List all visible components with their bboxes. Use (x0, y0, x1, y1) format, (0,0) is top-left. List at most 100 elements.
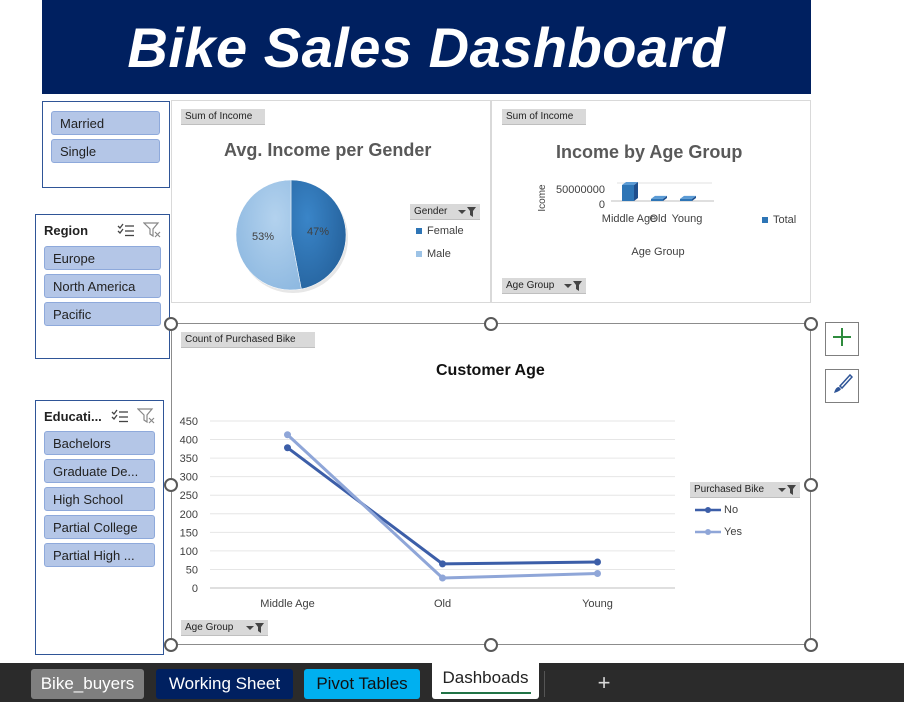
point-no (439, 560, 446, 568)
tab-bike-buyers[interactable]: Bike_buyers (31, 669, 144, 699)
filter-dropdown-icon[interactable] (777, 484, 797, 499)
resize-handle-bottom-left[interactable] (164, 638, 178, 652)
tab-dashboads[interactable]: Dashboads (432, 663, 539, 699)
y-tick: 0 (192, 583, 198, 595)
slicer-item-partial-high-school[interactable]: Partial High ... (44, 543, 155, 567)
multi-select-icon[interactable] (109, 407, 131, 425)
y-tick: 250 (180, 490, 198, 502)
y-tick: 100 (180, 546, 198, 558)
series-line-yes (286, 433, 598, 580)
bar-side (634, 182, 638, 201)
tab-pivot-tables[interactable]: Pivot Tables (304, 669, 420, 699)
gender-pie: 47% 53% (235, 179, 348, 293)
legend-line-marker (695, 529, 721, 535)
y-axis-title: Icome (537, 184, 548, 212)
slicer-item-north-america[interactable]: North America (44, 274, 161, 298)
add-sheet-button[interactable]: + (590, 669, 618, 697)
x-tick: Middle Age (602, 213, 656, 225)
dashboard-sheet: Bike Sales Dashboard Married Single Regi… (0, 0, 904, 702)
plus-icon (831, 326, 853, 353)
y-tick: 300 (180, 472, 198, 484)
legend-item-female: Female (416, 225, 464, 237)
resize-handle-top-center[interactable] (484, 317, 498, 331)
slicer-item-graduate-degree[interactable]: Graduate De... (44, 459, 155, 483)
resize-handle-middle-left[interactable] (164, 478, 178, 492)
brush-icon (831, 373, 854, 400)
axis-button-label: Age Group (506, 280, 555, 291)
point-no (594, 558, 601, 566)
filter-dropdown-icon[interactable] (563, 280, 583, 295)
slicer-item-high-school[interactable]: High School (44, 487, 155, 511)
x-tick: Old (649, 213, 666, 225)
title-banner[interactable]: Bike Sales Dashboard (42, 0, 811, 94)
legend-item-no: No (695, 504, 738, 516)
filter-dropdown-icon[interactable] (457, 206, 477, 221)
age-income-bars: Icome 50000000 0 Middle Age Old Young Ag… (537, 182, 714, 258)
customer-age-chart[interactable]: Count of Purchased Bike Customer Age 450… (171, 323, 811, 645)
region-slicer[interactable]: Region Europe North America Pacific (35, 214, 170, 359)
legend-button-label: Purchased Bike (694, 484, 765, 495)
income-age-chart[interactable]: Sum of Income Income by Age Group Icome … (491, 100, 811, 303)
axis-button-label: Age Group (185, 622, 234, 633)
y-tick: 450 (180, 416, 198, 428)
legend-item-yes: Yes (695, 526, 742, 538)
age-group-axis-button[interactable]: Age Group (502, 278, 586, 294)
resize-handle-top-right[interactable] (804, 317, 818, 331)
age-group-axis-button[interactable]: Age Group (181, 620, 268, 636)
bar-middle-age (622, 185, 634, 201)
y-tick: 150 (180, 527, 198, 539)
clear-filter-icon[interactable] (141, 221, 163, 239)
point-yes (284, 431, 291, 439)
x-tick: Young (582, 598, 613, 610)
tab-working-sheet[interactable]: Working Sheet (156, 669, 293, 699)
x-tick: Old (434, 598, 451, 610)
slicer-item-europe[interactable]: Europe (44, 246, 161, 270)
slicer-item-married[interactable]: Married (51, 111, 160, 135)
chart-styles-button[interactable] (825, 369, 859, 403)
resize-handle-bottom-right[interactable] (804, 638, 818, 652)
clear-filter-icon[interactable] (135, 407, 157, 425)
resize-handle-bottom-center[interactable] (484, 638, 498, 652)
tab-label: Dashboads (442, 668, 529, 687)
slicer-item-pacific[interactable]: Pacific (44, 302, 161, 326)
slicer-title: Educati... (44, 408, 102, 424)
point-yes (594, 570, 601, 578)
pie-label-female: 47% (307, 226, 329, 238)
income-gender-chart[interactable]: Sum of Income Avg. Income per Gender 47%… (171, 100, 491, 303)
y-tick: 0 (599, 199, 605, 211)
tab-separator (544, 671, 545, 697)
point-no (284, 444, 291, 452)
resize-handle-middle-right[interactable] (804, 478, 818, 492)
education-slicer[interactable]: Educati... Bachelors Graduate De... High… (35, 400, 164, 655)
slicer-title: Region (44, 222, 89, 238)
gender-legend-button[interactable]: Gender (410, 204, 480, 220)
x-axis-title: Age Group (631, 246, 684, 258)
slicer-item-single[interactable]: Single (51, 139, 160, 163)
legend-line-marker (695, 507, 721, 513)
y-tick: 350 (180, 453, 198, 465)
purchased-bike-legend-button[interactable]: Purchased Bike (690, 482, 800, 498)
dashboard-title: Bike Sales Dashboard (127, 15, 726, 79)
y-tick: 200 (180, 509, 198, 521)
legend-label: No (724, 504, 739, 516)
series-line-no (286, 446, 598, 566)
y-tick: 50 (186, 564, 198, 576)
point-yes (439, 574, 446, 582)
chart-elements-button[interactable] (825, 322, 859, 356)
legend-label: Yes (724, 526, 742, 538)
filter-dropdown-icon[interactable] (245, 622, 265, 637)
slicer-item-partial-college[interactable]: Partial College (44, 515, 155, 539)
sheet-tab-bar: Bike_buyers Working Sheet Pivot Tables D… (0, 663, 904, 702)
slicer-item-bachelors[interactable]: Bachelors (44, 431, 155, 455)
y-tick: 400 (180, 435, 198, 447)
pie-label-male: 53% (252, 231, 274, 243)
legend-swatch (416, 228, 422, 234)
x-tick: Young (672, 213, 703, 225)
y-tick: 50000000 (556, 184, 605, 196)
legend-label: Total (773, 214, 797, 226)
slicer-header: Educati... (44, 407, 157, 425)
marital-status-slicer[interactable]: Married Single (42, 101, 170, 188)
resize-handle-top-left[interactable] (164, 317, 178, 331)
multi-select-icon[interactable] (115, 221, 137, 239)
bar-old (651, 198, 663, 201)
